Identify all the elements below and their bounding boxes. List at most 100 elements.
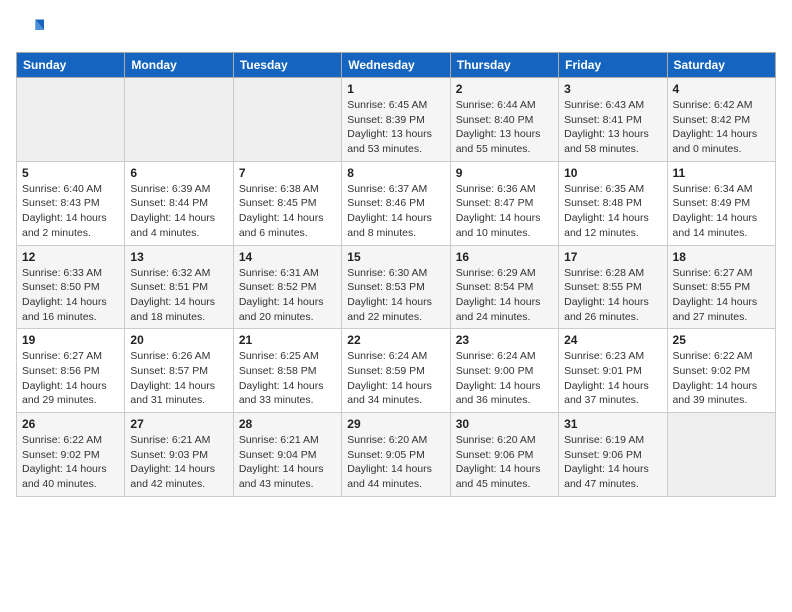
day-number: 3 [564,82,661,96]
calendar-day-cell: 20Sunrise: 6:26 AMSunset: 8:57 PMDayligh… [125,329,233,413]
day-info: Sunrise: 6:27 AMSunset: 8:55 PMDaylight:… [673,266,770,325]
day-info: Sunrise: 6:32 AMSunset: 8:51 PMDaylight:… [130,266,227,325]
day-number: 8 [347,166,444,180]
calendar-day-cell: 24 Sunrise: 6:23 AMSunset: 9:01 PMDayligh… [559,329,667,413]
calendar-day-cell: 21 Sunrise: 6:25 AMSunset: 8:58 PMDayligh… [233,329,341,413]
calendar-day-cell [17,78,125,162]
day-info: Sunrise: 6:23 AMSunset: 9:01 PMDaylight:… [564,349,661,408]
day-info: Sunrise: 6:25 AMSunset: 8:58 PMDaylight:… [239,349,336,408]
day-info: Sunrise: 6:21 AMSunset: 9:03 PMDaylight:… [130,433,227,492]
day-number: 31 [564,417,661,431]
calendar-day-cell: 1 Sunrise: 6:45 AMSunset: 8:39 PMDaylight… [342,78,450,162]
day-number: 25 [673,333,770,347]
logo-icon [16,16,44,44]
day-info: Sunrise: 6:30 AMSunset: 8:53 PMDaylight:… [347,266,444,325]
calendar-day-cell: 19 Sunrise: 6:27 AMSunset: 8:56 PMDayligh… [17,329,125,413]
day-info: Sunrise: 6:20 AMSunset: 9:05 PMDaylight:… [347,433,444,492]
day-info: Sunrise: 6:42 AMSunset: 8:42 PMDaylight:… [673,98,770,157]
day-number: 29 [347,417,444,431]
calendar-day-cell: 26 Sunrise: 6:22 AMSunset: 9:02 PMDayligh… [17,413,125,497]
weekday-header: Saturday [667,53,775,78]
day-number: 16 [456,250,553,264]
day-info: Sunrise: 6:35 AMSunset: 8:48 PMDaylight:… [564,182,661,241]
weekday-header: Tuesday [233,53,341,78]
calendar-day-cell: 2Sunrise: 6:44 AMSunset: 8:40 PMDaylight… [450,78,558,162]
logo [16,16,48,44]
calendar-day-cell: 14 Sunrise: 6:31 AMSunset: 8:52 PMDayligh… [233,245,341,329]
calendar-day-cell: 6 Sunrise: 6:39 AMSunset: 8:44 PMDaylight… [125,161,233,245]
day-number: 17 [564,250,661,264]
day-info: Sunrise: 6:24 AMSunset: 9:00 PMDaylight:… [456,349,553,408]
day-number: 28 [239,417,336,431]
day-number: 6 [130,166,227,180]
day-info: Sunrise: 6:39 AMSunset: 8:44 PMDaylight:… [130,182,227,241]
day-info: Sunrise: 6:27 AMSunset: 8:56 PMDaylight:… [22,349,119,408]
calendar-week-row: 12 Sunrise: 6:33 AMSunset: 8:50 PMDayligh… [17,245,776,329]
calendar-day-cell: 27 Sunrise: 6:21 AMSunset: 9:03 PMDayligh… [125,413,233,497]
day-number: 22 [347,333,444,347]
page-header [16,16,776,44]
day-number: 9 [456,166,553,180]
day-number: 13 [130,250,227,264]
day-info: Sunrise: 6:26 AMSunset: 8:57 PMDaylight:… [130,349,227,408]
calendar-header-row: SundayMondayTuesdayWednesdayThursdayFrid… [17,53,776,78]
calendar-day-cell: 22 Sunrise: 6:24 AMSunset: 8:59 PMDayligh… [342,329,450,413]
day-number: 18 [673,250,770,264]
weekday-header: Thursday [450,53,558,78]
calendar-day-cell: 8 Sunrise: 6:37 AMSunset: 8:46 PMDaylight… [342,161,450,245]
day-info: Sunrise: 6:36 AMSunset: 8:47 PMDaylight:… [456,182,553,241]
day-info: Sunrise: 6:40 AMSunset: 8:43 PMDaylight:… [22,182,119,241]
day-info: Sunrise: 6:22 AMSunset: 9:02 PMDaylight:… [22,433,119,492]
day-info: Sunrise: 6:24 AMSunset: 8:59 PMDaylight:… [347,349,444,408]
day-number: 5 [22,166,119,180]
day-number: 2 [456,82,553,96]
day-info: Sunrise: 6:21 AMSunset: 9:04 PMDaylight:… [239,433,336,492]
calendar-week-row: 19 Sunrise: 6:27 AMSunset: 8:56 PMDayligh… [17,329,776,413]
day-number: 26 [22,417,119,431]
day-number: 23 [456,333,553,347]
day-info: Sunrise: 6:45 AMSunset: 8:39 PMDaylight:… [347,98,444,157]
day-info: Sunrise: 6:31 AMSunset: 8:52 PMDaylight:… [239,266,336,325]
day-number: 1 [347,82,444,96]
calendar-day-cell: 3 Sunrise: 6:43 AMSunset: 8:41 PMDaylight… [559,78,667,162]
day-number: 30 [456,417,553,431]
day-number: 21 [239,333,336,347]
weekday-header: Monday [125,53,233,78]
day-number: 27 [130,417,227,431]
day-number: 19 [22,333,119,347]
calendar-day-cell: 18 Sunrise: 6:27 AMSunset: 8:55 PMDayligh… [667,245,775,329]
calendar-day-cell: 5 Sunrise: 6:40 AMSunset: 8:43 PMDaylight… [17,161,125,245]
calendar-week-row: 26 Sunrise: 6:22 AMSunset: 9:02 PMDayligh… [17,413,776,497]
day-info: Sunrise: 6:19 AMSunset: 9:06 PMDaylight:… [564,433,661,492]
calendar-day-cell: 12 Sunrise: 6:33 AMSunset: 8:50 PMDayligh… [17,245,125,329]
calendar-day-cell: 7Sunrise: 6:38 AMSunset: 8:45 PMDaylight… [233,161,341,245]
calendar-day-cell: 30 Sunrise: 6:20 AMSunset: 9:06 PMDayligh… [450,413,558,497]
day-number: 24 [564,333,661,347]
day-info: Sunrise: 6:22 AMSunset: 9:02 PMDaylight:… [673,349,770,408]
calendar-day-cell: 28 Sunrise: 6:21 AMSunset: 9:04 PMDayligh… [233,413,341,497]
calendar-table: SundayMondayTuesdayWednesdayThursdayFrid… [16,52,776,497]
day-info: Sunrise: 6:37 AMSunset: 8:46 PMDaylight:… [347,182,444,241]
calendar-week-row: 1 Sunrise: 6:45 AMSunset: 8:39 PMDaylight… [17,78,776,162]
day-info: Sunrise: 6:20 AMSunset: 9:06 PMDaylight:… [456,433,553,492]
weekday-header: Sunday [17,53,125,78]
calendar-day-cell: 25 Sunrise: 6:22 AMSunset: 9:02 PMDayligh… [667,329,775,413]
day-number: 11 [673,166,770,180]
day-info: Sunrise: 6:43 AMSunset: 8:41 PMDaylight:… [564,98,661,157]
calendar-day-cell: 11 Sunrise: 6:34 AMSunset: 8:49 PMDayligh… [667,161,775,245]
calendar-day-cell: 10 Sunrise: 6:35 AMSunset: 8:48 PMDayligh… [559,161,667,245]
day-number: 12 [22,250,119,264]
calendar-day-cell: 13 Sunrise: 6:32 AMSunset: 8:51 PMDayligh… [125,245,233,329]
day-number: 14 [239,250,336,264]
calendar-day-cell: 9 Sunrise: 6:36 AMSunset: 8:47 PMDaylight… [450,161,558,245]
calendar-day-cell [667,413,775,497]
day-number: 4 [673,82,770,96]
day-info: Sunrise: 6:34 AMSunset: 8:49 PMDaylight:… [673,182,770,241]
day-info: Sunrise: 6:28 AMSunset: 8:55 PMDaylight:… [564,266,661,325]
calendar-week-row: 5 Sunrise: 6:40 AMSunset: 8:43 PMDaylight… [17,161,776,245]
day-info: Sunrise: 6:38 AMSunset: 8:45 PMDaylight:… [239,182,336,241]
calendar-day-cell: 16Sunrise: 6:29 AMSunset: 8:54 PMDayligh… [450,245,558,329]
day-number: 10 [564,166,661,180]
calendar-day-cell: 17 Sunrise: 6:28 AMSunset: 8:55 PMDayligh… [559,245,667,329]
day-info: Sunrise: 6:33 AMSunset: 8:50 PMDaylight:… [22,266,119,325]
